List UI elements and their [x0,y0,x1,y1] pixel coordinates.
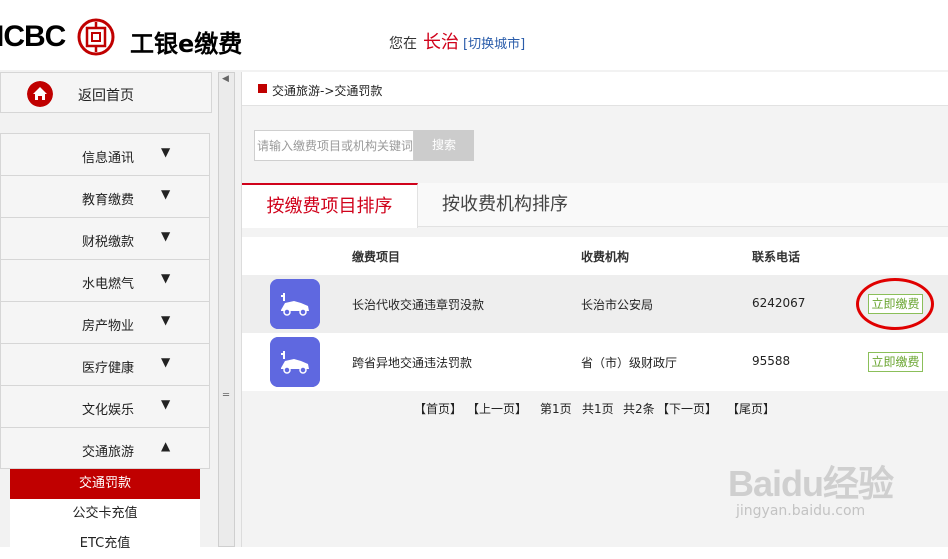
menu-item-label: 医疗健康 [82,361,135,376]
pay-now-button[interactable]: 立即缴费 [868,294,923,314]
sort-tabs: 按缴费项目排序 按收费机构排序 [242,183,948,228]
home-label: 返回首页 [78,88,134,104]
grip-icon: ═ [223,390,230,401]
menu-item-tax[interactable]: 财税缴款 ▼ [0,217,210,259]
table-row: 长治代收交通违章罚没款 长治市公安局 6242067 立即缴费 [242,275,948,333]
menu-item-telecom[interactable]: 信息通讯 ▼ [0,133,210,175]
chevron-down-icon: ▼ [161,187,171,201]
next-page-link[interactable]: 【下一页】 [657,400,717,417]
total-items: 共2条 [623,402,655,416]
chevron-down-icon: ▼ [161,145,171,159]
breadcrumb-text: 交通旅游->交通罚款 [272,84,383,98]
pay-now-button[interactable]: 立即缴费 [868,352,923,372]
city-name: 长治 [423,32,459,53]
first-page-link[interactable]: 【首页】 [414,400,462,417]
payment-table: 缴费项目 收费机构 联系电话 长治代收交通违章罚没款 长治市公安局 624206… [242,237,948,391]
submenu-item-etc[interactable]: ETC充值 [10,529,200,559]
cell-org: 省（市）级财政厅 [581,356,678,370]
table-header: 缴费项目 收费机构 联系电话 [242,237,948,275]
cell-org: 长治市公安局 [581,298,654,312]
chevron-down-icon: ▼ [161,397,171,411]
last-page-link[interactable]: 【尾页】 [727,400,775,417]
menu-item-label: 交通旅游 [82,445,135,460]
menu-item-label: 财税缴款 [82,235,135,250]
sidebar-splitter[interactable]: ◀ ═ [218,72,235,547]
column-header-phone: 联系电话 [752,250,801,264]
menu-item-property[interactable]: 房产物业 ▼ [0,301,210,343]
home-icon [27,81,53,107]
prev-page-link[interactable]: 【上一页】 [467,400,527,417]
menu-item-education[interactable]: 教育缴费 ▼ [0,175,210,217]
menu-item-label: 信息通讯 [82,151,135,166]
menu-item-label: 水电燃气 [82,277,135,292]
submenu-item-traffic-fines[interactable]: 交通罚款 [10,469,200,499]
column-header-item: 缴费项目 [352,250,401,264]
menu-item-label: 房产物业 [82,319,135,334]
main-panel: 交通旅游->交通罚款 搜索 按缴费项目排序 按收费机构排序 缴费项目 收费机构 … [241,72,948,547]
search-input[interactable] [254,130,414,161]
breadcrumb: 交通旅游->交通罚款 [242,72,948,106]
car-icon [270,279,320,329]
current-page: 第1页 [540,402,572,416]
chevron-down-icon: ▼ [161,271,171,285]
collapse-arrow-icon[interactable]: ◀ [222,74,229,84]
service-name: 工银e缴费 [130,30,243,58]
car-icon [270,337,320,387]
chevron-up-icon: ▲ [161,439,171,453]
home-button[interactable]: 返回首页 [0,72,212,113]
chevron-down-icon: ▼ [161,313,171,327]
icbc-logo: ICBC [0,20,66,53]
cell-item: 长治代收交通违章罚没款 [352,298,485,312]
menu-item-health[interactable]: 医疗健康 ▼ [0,343,210,385]
menu-item-transport[interactable]: 交通旅游 ▲ [0,427,210,469]
menu-item-utilities[interactable]: 水电燃气 ▼ [0,259,210,301]
transport-submenu: 交通罚款 公交卡充值 ETC充值 [10,469,200,559]
breadcrumb-marker-icon [258,84,267,93]
city-prefix: 您在 [389,36,417,52]
menu-item-label: 教育缴费 [82,193,135,208]
search-button[interactable]: 搜索 [414,130,474,161]
category-menu: 信息通讯 ▼ 教育缴费 ▼ 财税缴款 ▼ 水电燃气 ▼ 房产物业 ▼ 医疗健康 ▼ 文化娱乐… [0,133,210,469]
submenu-item-bus-card[interactable]: 公交卡充值 [10,499,200,529]
city-indicator: 您在 长治 [切换城市] [389,28,525,54]
menu-item-entertainment[interactable]: 文化娱乐 ▼ [0,385,210,427]
cell-phone: 6242067 [752,296,806,310]
cell-item: 跨省异地交通违法罚款 [352,356,473,370]
menu-item-label: 文化娱乐 [82,403,135,418]
tab-sort-by-org[interactable]: 按收费机构排序 [442,183,568,227]
tab-sort-by-item[interactable]: 按缴费项目排序 [242,183,418,228]
table-row: 跨省异地交通违法罚款 省（市）级财政厅 95588 立即缴费 [242,333,948,391]
column-header-org: 收费机构 [581,250,630,264]
chevron-down-icon: ▼ [161,355,171,369]
icbc-emblem-icon [77,18,115,56]
cell-phone: 95588 [752,354,791,368]
app-header: ICBC 工银e缴费 您在 长治 [切换城市] [0,0,948,70]
chevron-down-icon: ▼ [161,229,171,243]
switch-city-link[interactable]: [切换城市] [463,37,525,52]
total-pages: 共1页 [582,402,614,416]
